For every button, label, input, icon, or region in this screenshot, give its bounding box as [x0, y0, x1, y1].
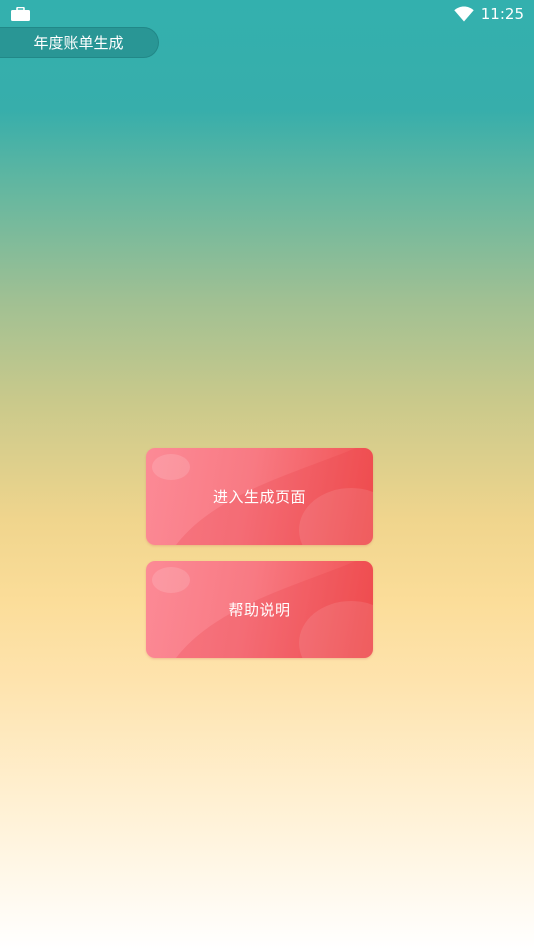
wifi-icon	[454, 6, 474, 22]
page-title-badge: 年度账单生成	[0, 27, 159, 58]
status-right: 11:25	[454, 3, 524, 25]
enter-generate-page-label: 进入生成页面	[212, 488, 306, 506]
page-title: 年度账单生成	[33, 34, 124, 52]
help-button[interactable]: 帮助说明	[146, 561, 373, 658]
briefcase-icon	[11, 7, 30, 21]
clock-time: 11:25	[480, 5, 524, 23]
help-label: 帮助说明	[228, 601, 291, 619]
status-bar: 11:25	[0, 0, 534, 28]
enter-generate-page-button[interactable]: 进入生成页面	[146, 448, 373, 545]
